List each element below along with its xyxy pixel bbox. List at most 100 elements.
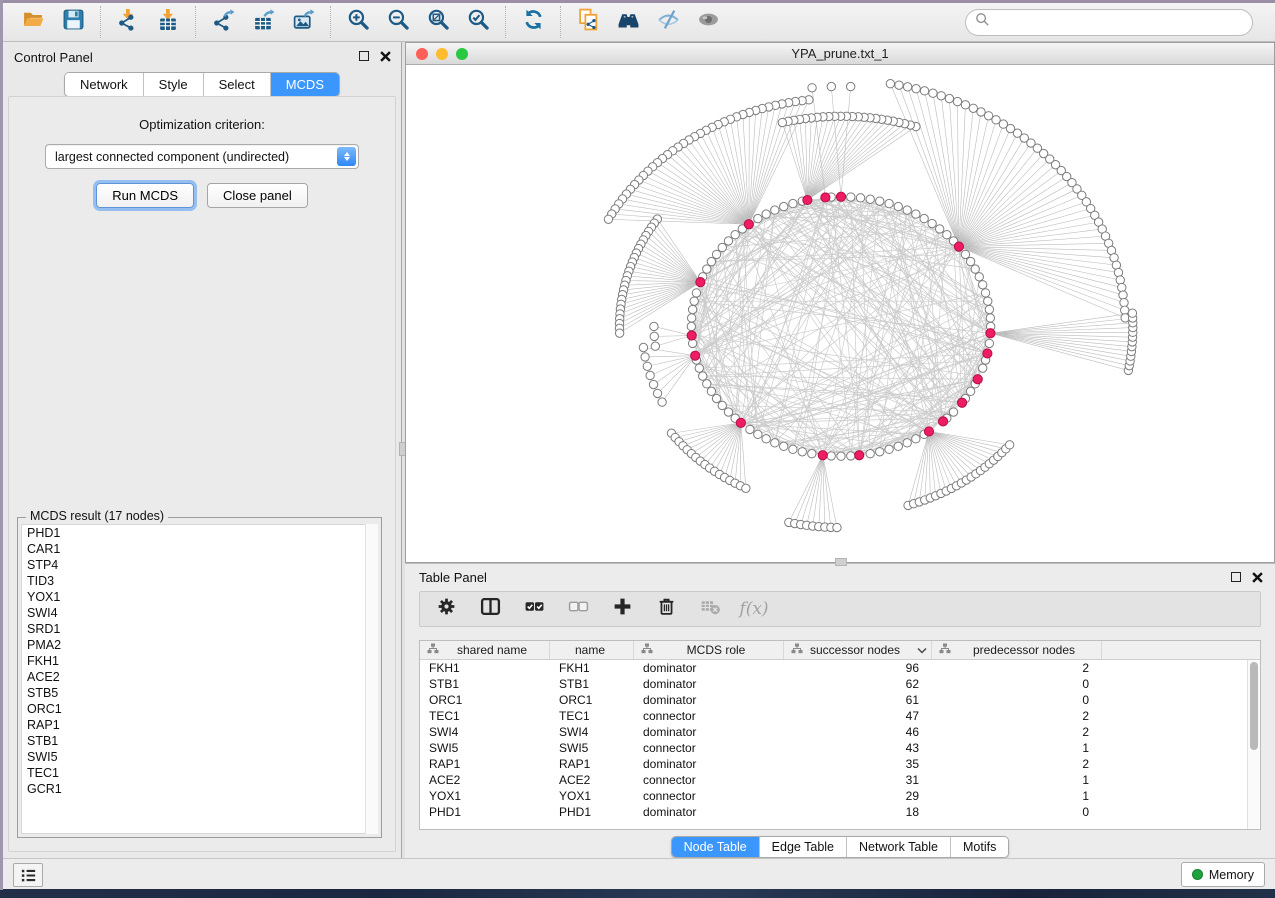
leaf-node[interactable]	[1120, 298, 1128, 306]
add-button[interactable]	[610, 597, 634, 621]
ring-node[interactable]	[847, 193, 855, 201]
ring-node[interactable]	[979, 364, 987, 372]
ring-node[interactable]	[771, 206, 779, 214]
cell-shared_name[interactable]: STB1	[420, 676, 550, 692]
search-input[interactable]	[995, 12, 1252, 32]
leaf-node[interactable]	[895, 81, 903, 89]
cell-predecessor_nodes[interactable]: 2	[932, 724, 1102, 740]
ring-node[interactable]	[707, 387, 715, 395]
ring-node[interactable]	[712, 250, 720, 258]
ring-node[interactable]	[703, 265, 711, 273]
leaf-node[interactable]	[903, 83, 911, 91]
ring-node[interactable]	[866, 450, 874, 458]
cell-predecessor_nodes[interactable]: 2	[932, 756, 1102, 772]
leaf-node[interactable]	[742, 484, 750, 492]
cell-successor_nodes[interactable]: 62	[784, 676, 932, 692]
select-all-button[interactable]	[522, 597, 546, 621]
maximize-window-icon[interactable]	[456, 48, 468, 60]
mcds-node[interactable]	[957, 398, 966, 407]
ring-node[interactable]	[746, 425, 754, 433]
float-panel-icon[interactable]	[1231, 572, 1241, 582]
ring-node[interactable]	[847, 452, 855, 460]
ring-node[interactable]	[979, 281, 987, 289]
export-network-button[interactable]	[203, 5, 243, 39]
ring-node[interactable]	[920, 214, 928, 222]
task-history-button[interactable]	[13, 863, 43, 887]
leaf-node[interactable]	[1121, 306, 1129, 314]
mcds-node[interactable]	[973, 375, 982, 384]
cell-predecessor_nodes[interactable]: 0	[932, 692, 1102, 708]
leaf-node[interactable]	[827, 82, 835, 90]
ring-node[interactable]	[695, 364, 703, 372]
delete-button[interactable]	[654, 597, 678, 621]
table-row[interactable]: SWI4SWI4dominator462	[420, 724, 1247, 740]
cell-predecessor_nodes[interactable]: 1	[932, 740, 1102, 756]
cell-name[interactable]: SWI4	[550, 724, 634, 740]
ring-node[interactable]	[699, 372, 707, 380]
cell-successor_nodes[interactable]: 96	[784, 660, 932, 676]
ring-node[interactable]	[771, 439, 779, 447]
table-row[interactable]: STB1STB1dominator620	[420, 676, 1247, 692]
ring-node[interactable]	[762, 210, 770, 218]
mcds-node[interactable]	[855, 451, 864, 460]
mcds-node[interactable]	[821, 193, 830, 202]
leaf-node[interactable]	[920, 87, 928, 95]
result-item[interactable]: TID3	[22, 573, 377, 589]
ring-node[interactable]	[935, 225, 943, 233]
cell-successor_nodes[interactable]: 43	[784, 740, 932, 756]
leaf-node[interactable]	[977, 108, 985, 116]
mcds-node[interactable]	[983, 349, 992, 358]
column-header-shared-name[interactable]: shared name	[420, 641, 550, 659]
refresh-button[interactable]	[513, 5, 553, 39]
leaf-node[interactable]	[653, 389, 661, 397]
cell-shared_name[interactable]: ACE2	[420, 772, 550, 788]
leaf-node[interactable]	[846, 82, 854, 90]
zoom-out-button[interactable]	[378, 5, 418, 39]
ring-node[interactable]	[903, 439, 911, 447]
ring-node[interactable]	[912, 435, 920, 443]
leaf-node[interactable]	[886, 80, 894, 88]
mcds-node[interactable]	[803, 195, 812, 204]
cell-shared_name[interactable]: FKH1	[420, 660, 550, 676]
cell-name[interactable]: ORC1	[550, 692, 634, 708]
ring-node[interactable]	[688, 305, 696, 313]
leaf-node[interactable]	[650, 322, 658, 330]
hide-selected-button[interactable]	[648, 5, 688, 39]
cell-name[interactable]: TEC1	[550, 708, 634, 724]
ring-node[interactable]	[866, 195, 874, 203]
ring-node[interactable]	[975, 273, 983, 281]
cell-mcds_role[interactable]: connector	[634, 740, 784, 756]
ring-node[interactable]	[885, 199, 893, 207]
leaf-node[interactable]	[945, 94, 953, 102]
cell-mcds_role[interactable]: dominator	[634, 660, 784, 676]
result-item[interactable]: TEC1	[22, 765, 377, 781]
ring-node[interactable]	[985, 305, 993, 313]
cell-shared_name[interactable]: SWI5	[420, 740, 550, 756]
leaf-node[interactable]	[833, 523, 841, 531]
ring-node[interactable]	[780, 442, 788, 450]
binoculars-button[interactable]	[608, 5, 648, 39]
cell-predecessor_nodes[interactable]: 1	[932, 788, 1102, 804]
ring-node[interactable]	[718, 401, 726, 409]
cell-successor_nodes[interactable]: 31	[784, 772, 932, 788]
table-row[interactable]: PHD1PHD1dominator180	[420, 804, 1247, 820]
ring-node[interactable]	[762, 435, 770, 443]
leaf-node[interactable]	[639, 343, 647, 351]
result-item[interactable]: SWI4	[22, 605, 377, 621]
result-item[interactable]: GCR1	[22, 781, 377, 797]
ring-node[interactable]	[754, 430, 762, 438]
column-header-MCDS-role[interactable]: MCDS role	[634, 641, 784, 659]
optimization-criterion-select[interactable]: largest connected component (undirected)	[45, 144, 359, 169]
cell-shared_name[interactable]: PHD1	[420, 804, 550, 820]
cell-predecessor_nodes[interactable]: 2	[932, 660, 1102, 676]
leaf-node[interactable]	[1119, 291, 1127, 299]
leaf-node[interactable]	[646, 371, 654, 379]
cell-name[interactable]: STB1	[550, 676, 634, 692]
ring-node[interactable]	[724, 408, 732, 416]
tab-mcds[interactable]: MCDS	[271, 73, 339, 96]
cell-successor_nodes[interactable]: 47	[784, 708, 932, 724]
ring-node[interactable]	[707, 257, 715, 265]
mcds-node[interactable]	[691, 351, 700, 360]
cell-mcds_role[interactable]: connector	[634, 708, 784, 724]
close-panel-icon[interactable]	[379, 50, 391, 62]
